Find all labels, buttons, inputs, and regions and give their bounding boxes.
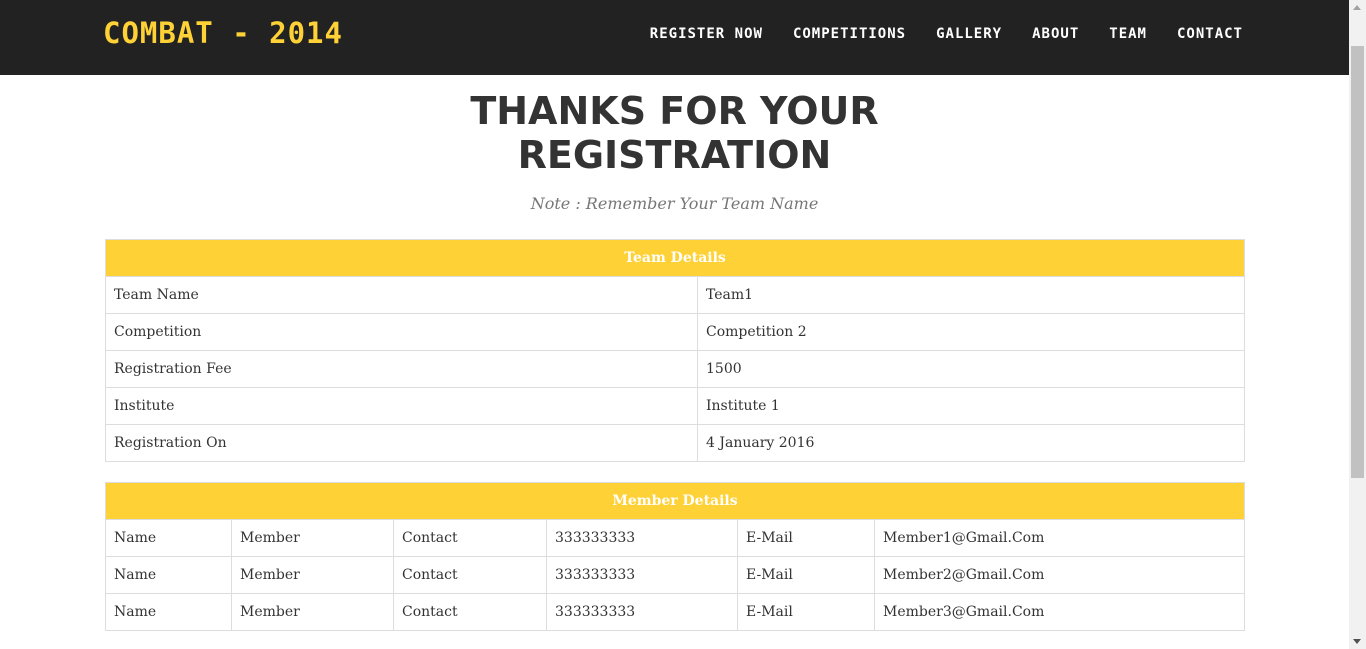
- row-label: Registration Fee: [105, 350, 698, 388]
- member-name: Member: [231, 556, 394, 594]
- nav-links: REGISTER NOW COMPETITIONS GALLERY ABOUT …: [650, 26, 1243, 42]
- navbar: COMBAT - 2014 REGISTER NOW COMPETITIONS …: [0, 0, 1349, 75]
- page-note: Note : Remember Your Team Name: [530, 194, 819, 213]
- page-title-line2: REGISTRATION: [517, 133, 832, 177]
- row-value: 1500: [697, 350, 1245, 388]
- row-label: Institute: [105, 387, 698, 425]
- nav-team[interactable]: TEAM: [1109, 26, 1147, 42]
- member-contact: 333333333: [546, 556, 738, 594]
- table-row: Team Name Team1: [105, 276, 1245, 314]
- page-title-line1: THANKS FOR YOUR: [470, 89, 879, 133]
- member-email-label: E-Mail: [737, 593, 875, 631]
- scroll-down-arrow-icon[interactable]: [1353, 639, 1361, 644]
- nav-contact[interactable]: CONTACT: [1177, 26, 1243, 42]
- table-row: Registration On 4 January 2016: [105, 424, 1245, 462]
- member-contact-label: Contact: [393, 556, 547, 594]
- member-details-table: Member Details Name Member Contact 33333…: [105, 482, 1245, 631]
- nav-gallery[interactable]: GALLERY: [936, 26, 1002, 42]
- member-contact-label: Contact: [393, 593, 547, 631]
- member-contact-label: Contact: [393, 519, 547, 557]
- member-email-label: E-Mail: [737, 519, 875, 557]
- row-label: Registration On: [105, 424, 698, 462]
- member-email: Member1@Gmail.Com: [874, 519, 1245, 557]
- member-contact: 333333333: [546, 593, 738, 631]
- scroll-thumb[interactable]: [1351, 46, 1364, 478]
- nav-register-now[interactable]: REGISTER NOW: [650, 26, 763, 42]
- member-name: Member: [231, 519, 394, 557]
- team-details-table: Team Details Team Name Team1 Competition…: [105, 239, 1245, 462]
- page-title: THANKS FOR YOUR REGISTRATION: [0, 89, 1349, 177]
- row-value: 4 January 2016: [697, 424, 1245, 462]
- member-name-label: Name: [105, 556, 232, 594]
- vertical-scrollbar[interactable]: [1349, 0, 1366, 649]
- table-row: Name Member Contact 333333333 E-Mail Mem…: [105, 593, 1245, 631]
- table-row: Name Member Contact 333333333 E-Mail Mem…: [105, 519, 1245, 557]
- row-label: Competition: [105, 313, 698, 351]
- row-value: Team1: [697, 276, 1245, 314]
- row-value: Competition 2: [697, 313, 1245, 351]
- brand-logo[interactable]: COMBAT - 2014: [103, 16, 343, 50]
- nav-about[interactable]: ABOUT: [1032, 26, 1079, 42]
- member-name: Member: [231, 593, 394, 631]
- member-details-header: Member Details: [105, 482, 1245, 520]
- row-label: Team Name: [105, 276, 698, 314]
- member-email: Member2@Gmail.Com: [874, 556, 1245, 594]
- member-email: Member3@Gmail.Com: [874, 593, 1245, 631]
- table-row: Competition Competition 2: [105, 313, 1245, 351]
- member-email-label: E-Mail: [737, 556, 875, 594]
- scroll-up-arrow-icon[interactable]: [1353, 5, 1361, 10]
- member-contact: 333333333: [546, 519, 738, 557]
- team-details-header: Team Details: [105, 239, 1245, 277]
- row-value: Institute 1: [697, 387, 1245, 425]
- member-name-label: Name: [105, 519, 232, 557]
- table-row: Registration Fee 1500: [105, 350, 1245, 388]
- member-name-label: Name: [105, 593, 232, 631]
- nav-competitions[interactable]: COMPETITIONS: [793, 26, 906, 42]
- table-row: Institute Institute 1: [105, 387, 1245, 425]
- table-row: Name Member Contact 333333333 E-Mail Mem…: [105, 556, 1245, 594]
